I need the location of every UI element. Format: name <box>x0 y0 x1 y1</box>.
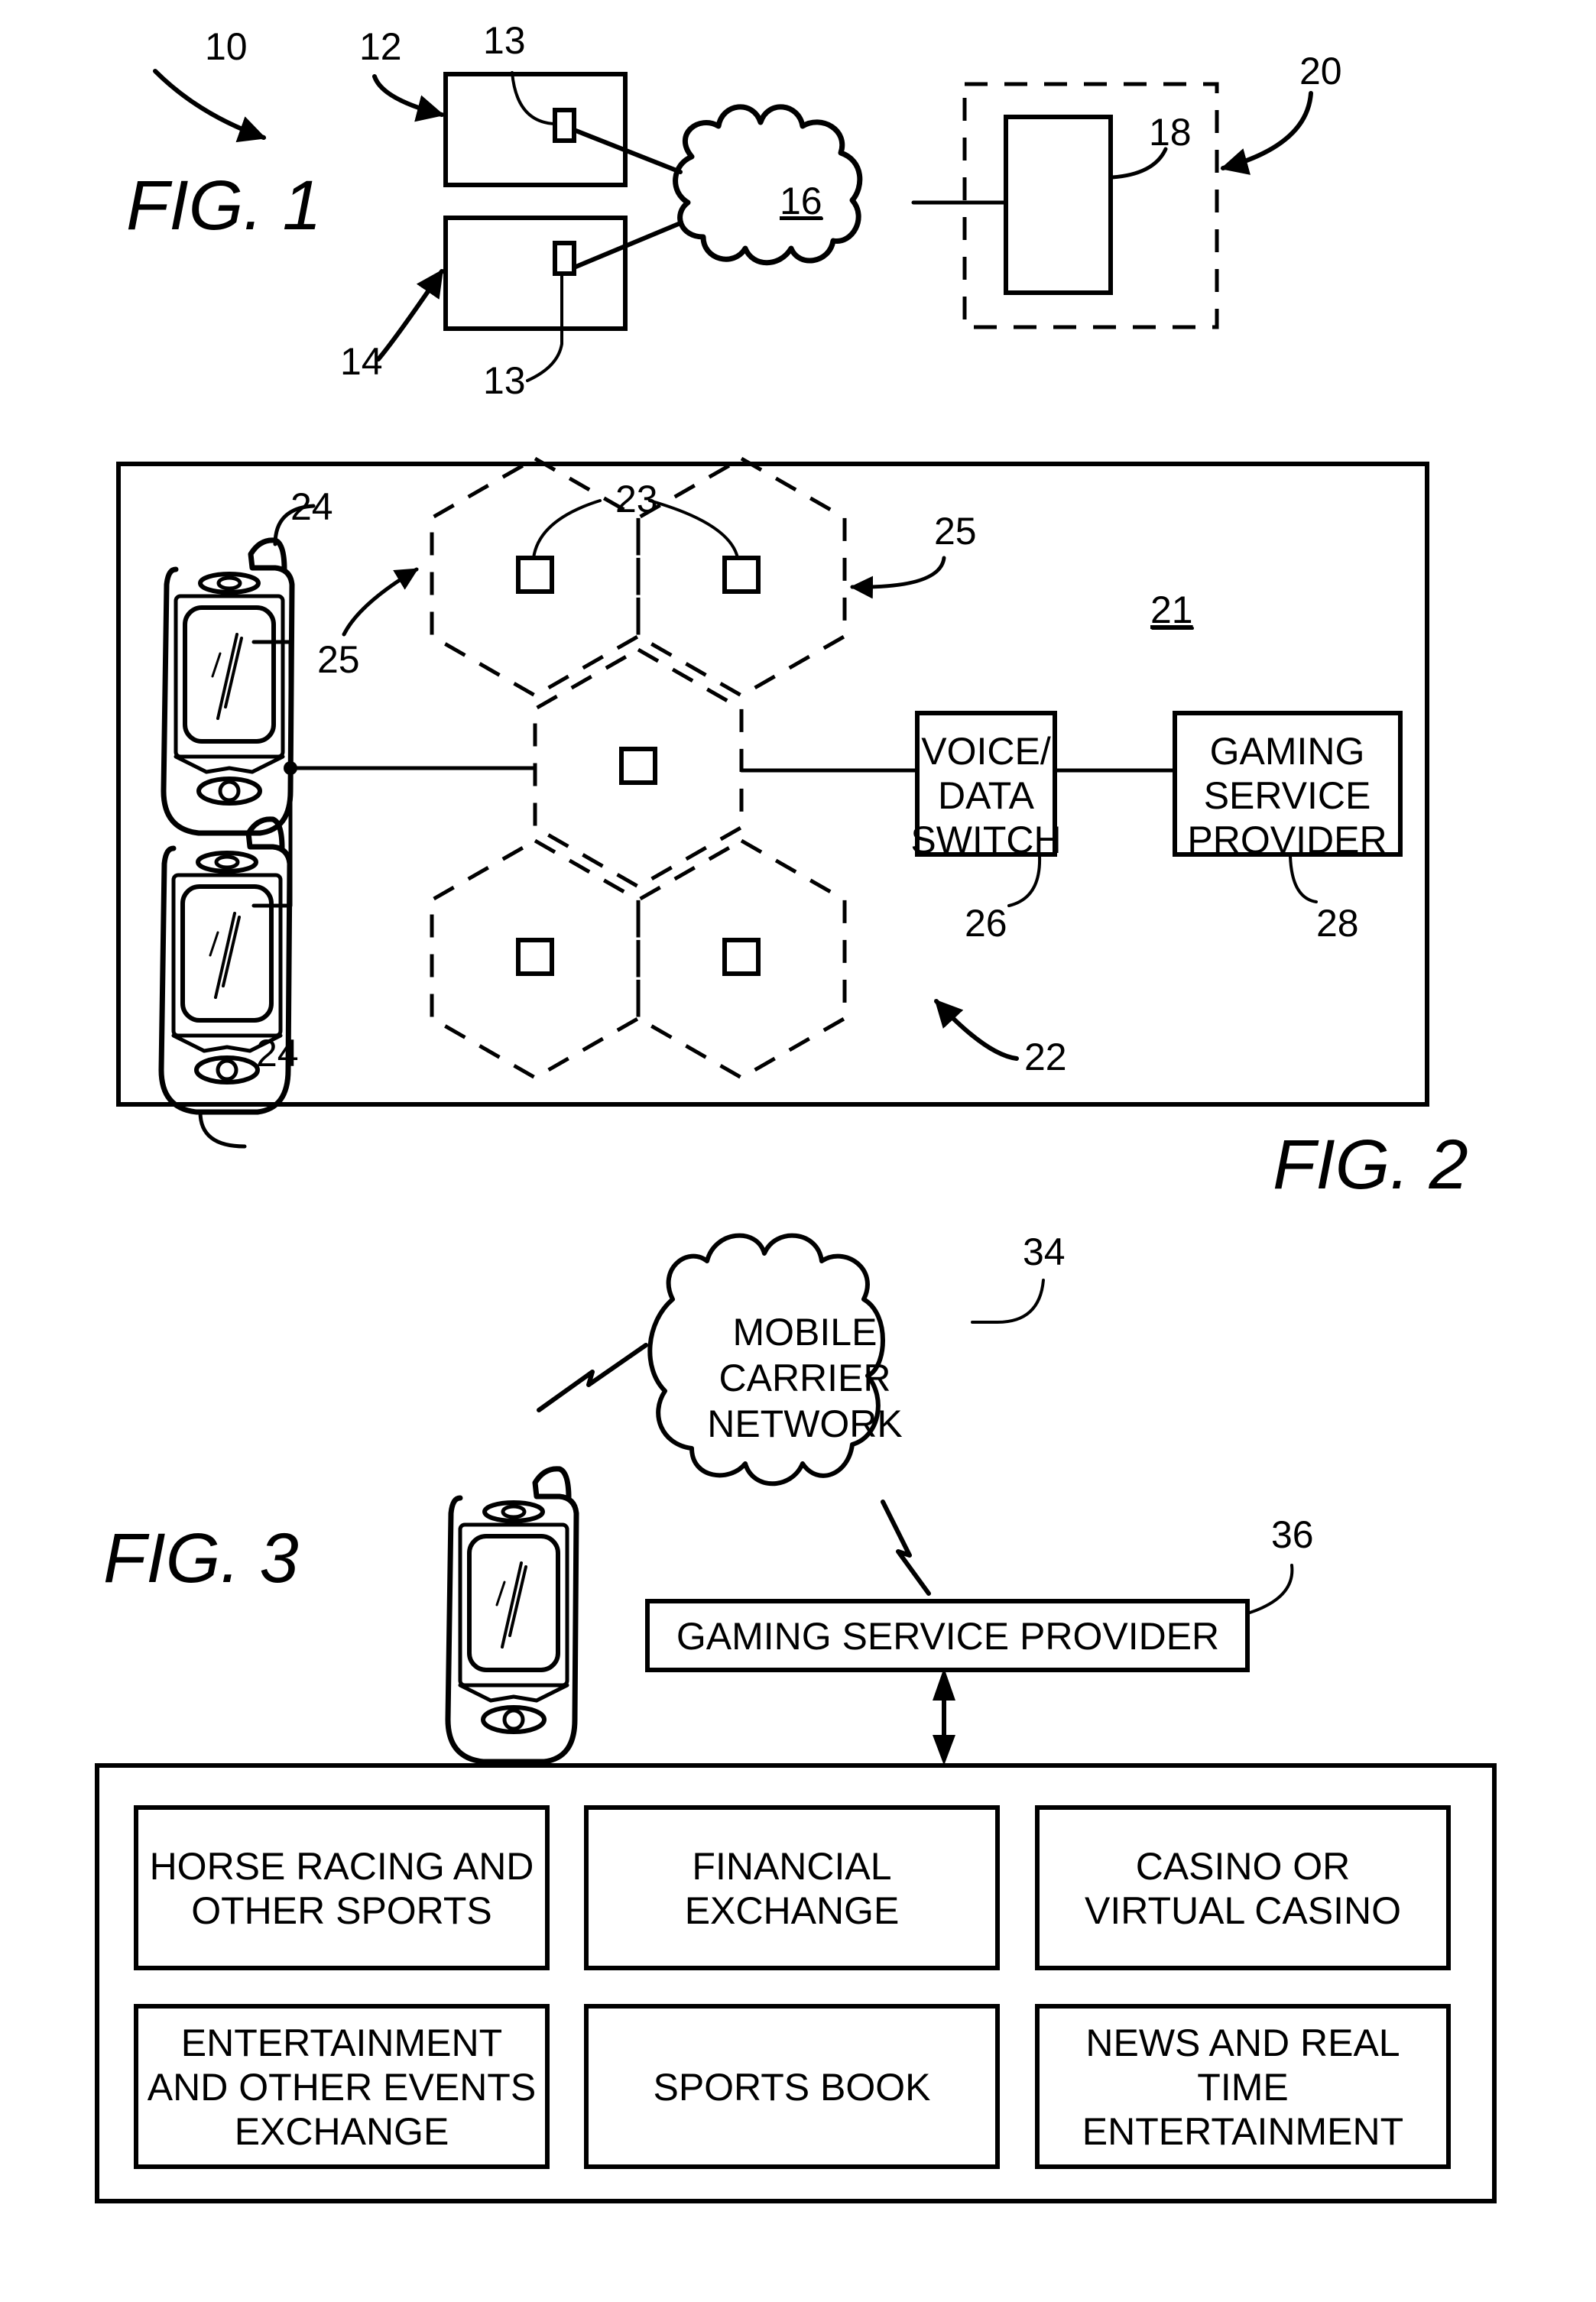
service-label: EXCHANGE <box>685 1889 900 1932</box>
ref-26: 26 <box>965 902 1007 945</box>
service-label: TIME <box>1197 2066 1288 2109</box>
service-label: EXCHANGE <box>235 2110 449 2153</box>
service-label: AND OTHER EVENTS <box>148 2066 536 2109</box>
ref-28: 28 <box>1316 902 1359 945</box>
figure-2: 24 24 23 25 25 21 VOICE/ DATA SWITCH 26 … <box>116 456 1468 1204</box>
base-station-23 <box>516 556 554 594</box>
ref-21: 21 <box>1150 588 1193 631</box>
terminal-14 <box>443 216 628 331</box>
base-station-23 <box>619 747 657 785</box>
module-13-top-box <box>553 108 576 143</box>
fig1-title: FIG. 1 <box>126 167 322 245</box>
service-box: CASINO ORVIRTUAL CASINO <box>1035 1805 1451 1970</box>
leader-arrow-20 <box>1220 91 1313 175</box>
provider-label-line1: GAMING <box>1210 730 1365 773</box>
ref-10: 10 <box>205 25 248 68</box>
wireless-link-carrier-provider <box>881 1500 931 1596</box>
base-station-23 <box>722 556 761 594</box>
wireless-link-phone-carrier <box>537 1343 648 1412</box>
ref-22: 22 <box>1024 1036 1067 1078</box>
ref-12: 12 <box>359 25 402 68</box>
ref-20: 20 <box>1299 50 1342 92</box>
ref-23: 23 <box>615 478 658 520</box>
leader-arrow-10 <box>153 69 267 143</box>
ref-25-right: 25 <box>934 510 977 553</box>
ref-25-left: 25 <box>317 638 360 681</box>
service-label: VIRTUAL CASINO <box>1085 1889 1401 1932</box>
service-label: SPORTS BOOK <box>653 2066 930 2109</box>
provider-label-line3: PROVIDER <box>1187 819 1387 861</box>
leader-line-34 <box>971 1279 1045 1324</box>
provider-label-line2: SERVICE <box>1204 774 1371 817</box>
service-box: ENTERTAINMENTAND OTHER EVENTSEXCHANGE <box>134 2004 550 2169</box>
service-box: NEWS AND REALTIMEENTERTAINMENT <box>1035 2004 1451 2169</box>
service-box: HORSE RACING ANDOTHER SPORTS <box>134 1805 550 1970</box>
figure-1: FIG. 1 10 12 13 14 13 16 18 20 <box>126 19 1342 402</box>
ref-16: 16 <box>780 180 822 222</box>
mobile-device <box>448 1469 576 1762</box>
leader-line-24-bottom <box>198 1110 247 1149</box>
ref-13-bottom: 13 <box>483 359 526 402</box>
fig2-title: FIG. 2 <box>1273 1126 1468 1204</box>
base-station-23 <box>722 938 761 976</box>
patent-drawing-sheet: FIG. 1 10 12 13 14 13 16 18 20 24 24 23 … <box>95 19 1497 2203</box>
service-box-frame <box>1035 1805 1451 1970</box>
terminal-12 <box>443 72 628 187</box>
service-label: OTHER SPORTS <box>191 1889 492 1932</box>
ref-13-top: 13 <box>483 19 526 62</box>
ref-36: 36 <box>1271 1513 1314 1556</box>
ref-18: 18 <box>1149 111 1192 154</box>
service-box-frame <box>134 1805 550 1970</box>
network-cloud-16 <box>673 104 863 266</box>
leader-line-36 <box>1248 1564 1294 1614</box>
switch-label-line1: VOICE/ <box>921 730 1051 773</box>
carrier-label-line2: CARRIER <box>719 1357 890 1399</box>
ref-34: 34 <box>1023 1230 1066 1273</box>
service-label: HORSE RACING AND <box>150 1845 534 1888</box>
service-box: SPORTS BOOK <box>584 2004 1000 2169</box>
carrier-label-line3: NETWORK <box>707 1402 903 1445</box>
carrier-label-line1: MOBILE <box>733 1311 877 1354</box>
base-station-23 <box>516 938 554 976</box>
arrow-down-icon <box>933 1735 955 1765</box>
gaming-service-provider-label: GAMING SERVICE PROVIDER <box>676 1615 1219 1658</box>
service-label: CASINO OR <box>1136 1845 1351 1888</box>
service-label: FINANCIAL <box>692 1845 891 1888</box>
ref-14: 14 <box>340 340 383 383</box>
arrow-up-icon <box>933 1668 955 1701</box>
service-box: FINANCIALEXCHANGE <box>584 1805 1000 1970</box>
module-13-bottom-box <box>553 241 576 276</box>
ref-24-bottom: 24 <box>256 1032 299 1075</box>
leader-arrow-14 <box>376 269 444 362</box>
service-box-frame <box>584 1805 1000 1970</box>
service-label: ENTERTAINMENT <box>1082 2110 1403 2153</box>
figure-3: FIG. 3 MOBILE CARRIER NETWORK 34 GAMING … <box>95 1230 1497 2203</box>
fig3-title: FIG. 3 <box>103 1519 299 1597</box>
leader-arrow-12 <box>372 74 445 122</box>
service-label: NEWS AND REAL <box>1085 2022 1400 2064</box>
service-label: ENTERTAINMENT <box>181 2022 502 2064</box>
switch-label-line2: DATA <box>938 774 1035 817</box>
server-18 <box>1004 115 1113 295</box>
